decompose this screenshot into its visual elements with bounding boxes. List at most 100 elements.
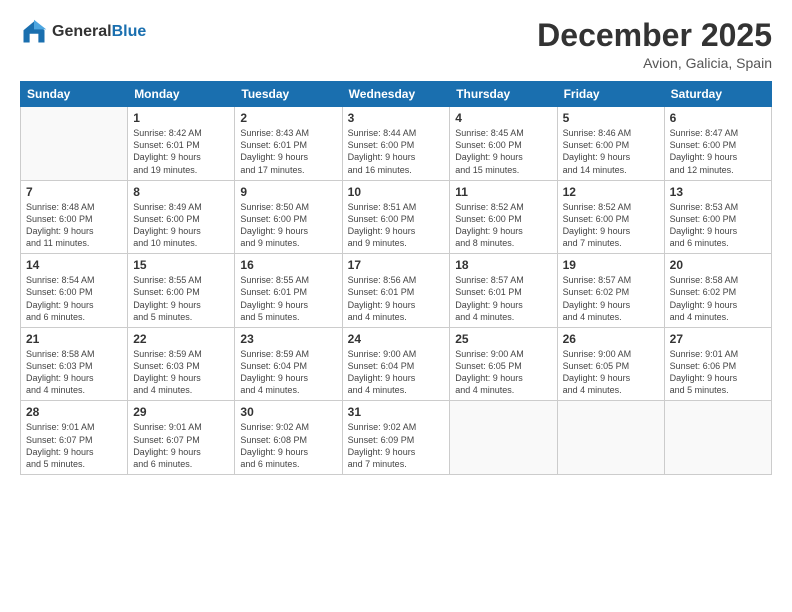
calendar-week-0: 1Sunrise: 8:42 AMSunset: 6:01 PMDaylight… — [21, 107, 772, 181]
calendar-cell: 13 Sunrise: 8:53 AMSunset: 6:00 PMDayligh… — [664, 180, 771, 254]
calendar-week-4: 28 Sunrise: 9:01 AMSunset: 6:07 PMDayligh… — [21, 401, 772, 475]
day-number: 11 — [455, 185, 551, 199]
calendar-cell: 22Sunrise: 8:59 AMSunset: 6:03 PMDayligh… — [128, 327, 235, 401]
day-info: Sunrise: 9:00 AMSunset: 6:04 PMDaylight:… — [348, 348, 445, 397]
calendar-week-3: 21 Sunrise: 8:58 AMSunset: 6:03 PMDayligh… — [21, 327, 772, 401]
calendar-header-thursday: Thursday — [450, 82, 557, 107]
day-number: 7 — [26, 185, 122, 199]
calendar-cell: 19 Sunrise: 8:57 AMSunset: 6:02 PMDayligh… — [557, 254, 664, 328]
calendar-cell: 2Sunrise: 8:43 AMSunset: 6:01 PMDaylight… — [235, 107, 342, 181]
day-info: Sunrise: 8:59 AMSunset: 6:04 PMDaylight:… — [240, 348, 336, 397]
day-number: 4 — [455, 111, 551, 125]
day-info: Sunrise: 8:57 AMSunset: 6:02 PMDaylight:… — [563, 274, 659, 323]
day-info: Sunrise: 8:46 AMSunset: 6:00 PMDaylight:… — [563, 127, 659, 176]
calendar-cell: 6Sunrise: 8:47 AMSunset: 6:00 PMDaylight… — [664, 107, 771, 181]
page: GeneralBlue December 2025 Avion, Galicia… — [0, 0, 792, 612]
day-number: 26 — [563, 332, 659, 346]
calendar-cell: 1Sunrise: 8:42 AMSunset: 6:01 PMDaylight… — [128, 107, 235, 181]
day-number: 23 — [240, 332, 336, 346]
day-number: 28 — [26, 405, 122, 419]
day-info: Sunrise: 8:52 AMSunset: 6:00 PMDaylight:… — [455, 201, 551, 250]
day-info: Sunrise: 8:52 AMSunset: 6:00 PMDaylight:… — [563, 201, 659, 250]
day-info: Sunrise: 8:49 AMSunset: 6:00 PMDaylight:… — [133, 201, 229, 250]
day-info: Sunrise: 8:58 AMSunset: 6:02 PMDaylight:… — [670, 274, 766, 323]
calendar-cell — [21, 107, 128, 181]
calendar-cell: 5 Sunrise: 8:46 AMSunset: 6:00 PMDaylight… — [557, 107, 664, 181]
calendar-cell: 23 Sunrise: 8:59 AMSunset: 6:04 PMDayligh… — [235, 327, 342, 401]
calendar-week-1: 7 Sunrise: 8:48 AMSunset: 6:00 PMDaylight… — [21, 180, 772, 254]
calendar-cell: 29Sunrise: 9:01 AMSunset: 6:07 PMDayligh… — [128, 401, 235, 475]
day-info: Sunrise: 8:45 AMSunset: 6:00 PMDaylight:… — [455, 127, 551, 176]
calendar-cell: 16 Sunrise: 8:55 AMSunset: 6:01 PMDayligh… — [235, 254, 342, 328]
calendar-cell: 26 Sunrise: 9:00 AMSunset: 6:05 PMDayligh… — [557, 327, 664, 401]
main-title: December 2025 — [537, 18, 772, 53]
day-number: 29 — [133, 405, 229, 419]
day-info: Sunrise: 9:02 AMSunset: 6:08 PMDaylight:… — [240, 421, 336, 470]
day-info: Sunrise: 9:00 AMSunset: 6:05 PMDaylight:… — [455, 348, 551, 397]
day-number: 9 — [240, 185, 336, 199]
calendar-cell: 28 Sunrise: 9:01 AMSunset: 6:07 PMDayligh… — [21, 401, 128, 475]
calendar-cell: 7 Sunrise: 8:48 AMSunset: 6:00 PMDaylight… — [21, 180, 128, 254]
day-number: 18 — [455, 258, 551, 272]
calendar-cell: 12 Sunrise: 8:52 AMSunset: 6:00 PMDayligh… — [557, 180, 664, 254]
day-number: 14 — [26, 258, 122, 272]
day-info: Sunrise: 8:53 AMSunset: 6:00 PMDaylight:… — [670, 201, 766, 250]
calendar-cell: 20 Sunrise: 8:58 AMSunset: 6:02 PMDayligh… — [664, 254, 771, 328]
logo: GeneralBlue — [20, 18, 146, 46]
calendar-header-sunday: Sunday — [21, 82, 128, 107]
calendar-cell: 17 Sunrise: 8:56 AMSunset: 6:01 PMDayligh… — [342, 254, 450, 328]
calendar-cell: 24 Sunrise: 9:00 AMSunset: 6:04 PMDayligh… — [342, 327, 450, 401]
calendar-cell — [450, 401, 557, 475]
day-info: Sunrise: 8:44 AMSunset: 6:00 PMDaylight:… — [348, 127, 445, 176]
calendar-cell: 10 Sunrise: 8:51 AMSunset: 6:00 PMDayligh… — [342, 180, 450, 254]
day-number: 17 — [348, 258, 445, 272]
calendar-cell: 4 Sunrise: 8:45 AMSunset: 6:00 PMDaylight… — [450, 107, 557, 181]
calendar-week-2: 14 Sunrise: 8:54 AMSunset: 6:00 PMDayligh… — [21, 254, 772, 328]
day-number: 27 — [670, 332, 766, 346]
day-number: 13 — [670, 185, 766, 199]
day-info: Sunrise: 8:51 AMSunset: 6:00 PMDaylight:… — [348, 201, 445, 250]
day-number: 16 — [240, 258, 336, 272]
day-number: 15 — [133, 258, 229, 272]
calendar-header-saturday: Saturday — [664, 82, 771, 107]
calendar-cell: 15 Sunrise: 8:55 AMSunset: 6:00 PMDayligh… — [128, 254, 235, 328]
calendar-cell: 8 Sunrise: 8:49 AMSunset: 6:00 PMDaylight… — [128, 180, 235, 254]
day-number: 21 — [26, 332, 122, 346]
day-info: Sunrise: 9:00 AMSunset: 6:05 PMDaylight:… — [563, 348, 659, 397]
day-info: Sunrise: 8:56 AMSunset: 6:01 PMDaylight:… — [348, 274, 445, 323]
day-info: Sunrise: 8:55 AMSunset: 6:00 PMDaylight:… — [133, 274, 229, 323]
day-number: 12 — [563, 185, 659, 199]
day-info: Sunrise: 8:55 AMSunset: 6:01 PMDaylight:… — [240, 274, 336, 323]
day-number: 2 — [240, 111, 336, 125]
calendar-header-row: SundayMondayTuesdayWednesdayThursdayFrid… — [21, 82, 772, 107]
day-number: 25 — [455, 332, 551, 346]
day-number: 8 — [133, 185, 229, 199]
day-info: Sunrise: 8:54 AMSunset: 6:00 PMDaylight:… — [26, 274, 122, 323]
header: GeneralBlue December 2025 Avion, Galicia… — [20, 18, 772, 71]
calendar-header-tuesday: Tuesday — [235, 82, 342, 107]
calendar-cell: 27Sunrise: 9:01 AMSunset: 6:06 PMDayligh… — [664, 327, 771, 401]
day-number: 3 — [348, 111, 445, 125]
calendar-cell — [557, 401, 664, 475]
day-number: 20 — [670, 258, 766, 272]
day-info: Sunrise: 9:02 AMSunset: 6:09 PMDaylight:… — [348, 421, 445, 470]
calendar-cell: 11 Sunrise: 8:52 AMSunset: 6:00 PMDayligh… — [450, 180, 557, 254]
calendar-cell: 30Sunrise: 9:02 AMSunset: 6:08 PMDayligh… — [235, 401, 342, 475]
calendar-cell — [664, 401, 771, 475]
day-info: Sunrise: 9:01 AMSunset: 6:07 PMDaylight:… — [26, 421, 122, 470]
calendar-cell: 21 Sunrise: 8:58 AMSunset: 6:03 PMDayligh… — [21, 327, 128, 401]
calendar-cell: 25 Sunrise: 9:00 AMSunset: 6:05 PMDayligh… — [450, 327, 557, 401]
subtitle: Avion, Galicia, Spain — [537, 55, 772, 71]
day-number: 10 — [348, 185, 445, 199]
day-info: Sunrise: 8:59 AMSunset: 6:03 PMDaylight:… — [133, 348, 229, 397]
day-info: Sunrise: 8:42 AMSunset: 6:01 PMDaylight:… — [133, 127, 229, 176]
day-number: 24 — [348, 332, 445, 346]
calendar-cell: 31Sunrise: 9:02 AMSunset: 6:09 PMDayligh… — [342, 401, 450, 475]
day-info: Sunrise: 8:58 AMSunset: 6:03 PMDaylight:… — [26, 348, 122, 397]
logo-text: GeneralBlue — [52, 23, 146, 41]
day-number: 5 — [563, 111, 659, 125]
day-number: 19 — [563, 258, 659, 272]
calendar-table: SundayMondayTuesdayWednesdayThursdayFrid… — [20, 81, 772, 475]
day-info: Sunrise: 8:48 AMSunset: 6:00 PMDaylight:… — [26, 201, 122, 250]
calendar-header-monday: Monday — [128, 82, 235, 107]
